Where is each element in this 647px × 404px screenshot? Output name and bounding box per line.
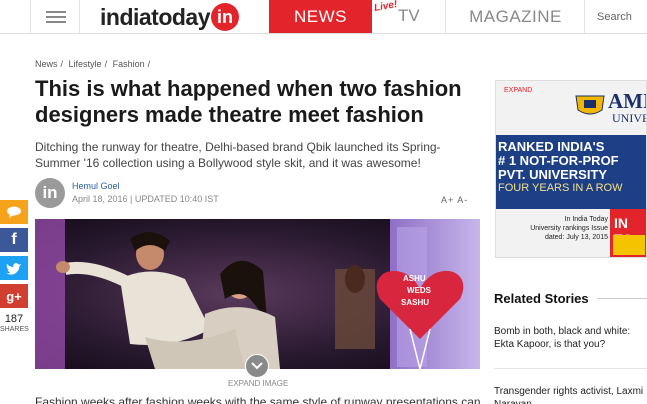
live-badge: Live! <box>373 0 399 14</box>
related-story-link[interactable]: Bomb in both, black and white: Ekta Kapo… <box>494 325 644 351</box>
twitter-share-button[interactable] <box>0 256 28 280</box>
breadcrumb-lifestyle[interactable]: Lifestyle <box>69 59 102 69</box>
ad-footer-line: University rankings Issue <box>530 225 608 232</box>
article-dateline: April 18, 2016 | UPDATED 10:40 IST <box>72 194 219 204</box>
hero-photo: ASHU WEDS SASHU <box>35 219 480 369</box>
related-divider <box>494 368 647 369</box>
share-count: 187 <box>4 313 24 325</box>
nav-tv[interactable]: Live! TV <box>372 0 446 33</box>
twitter-icon <box>6 262 21 275</box>
ad-footer: In India Today University rankings Issue… <box>516 215 608 242</box>
expand-image-button[interactable] <box>245 354 269 378</box>
breadcrumb: News / Lifestyle / Fashion / <box>35 59 153 69</box>
nav-magazine[interactable]: MAGAZINE <box>447 0 585 33</box>
breadcrumb-separator: / <box>60 59 64 69</box>
comment-icon <box>7 206 21 218</box>
logo-badge: in <box>211 3 240 31</box>
chevron-down-icon <box>251 362 263 370</box>
facebook-share-button[interactable]: f <box>0 228 28 252</box>
article-summary: Ditching the runway for theatre, Delhi-b… <box>35 140 441 170</box>
nav-news[interactable]: NEWS <box>269 0 372 33</box>
ad-footer-line: dated: July 13, 2015 <box>544 234 608 241</box>
comment-button[interactable] <box>0 200 28 224</box>
breadcrumb-separator: / <box>104 59 108 69</box>
share-label: SHARES <box>0 326 29 333</box>
related-stories-heading: Related Stories <box>494 291 589 306</box>
author-name[interactable]: Hemul Goel <box>72 181 120 191</box>
ad-footer-line: In India Today <box>564 216 608 223</box>
search-button[interactable]: Search <box>586 0 647 33</box>
expand-image-label: EXPAND IMAGE <box>228 379 289 388</box>
ad-line-3: PVT. UNIVERSITY <box>498 167 608 182</box>
ad-line-4: FOUR YEARS IN A ROW <box>498 182 623 194</box>
menu-icon[interactable] <box>30 0 80 33</box>
article-hero-image[interactable]: ASHU WEDS SASHU <box>35 219 480 369</box>
author-avatar[interactable]: in <box>35 178 65 208</box>
site-logo[interactable]: indiatoday in <box>100 3 240 31</box>
top-nav-bar: indiatoday in NEWS Live! TV MAGAZINE Sea… <box>0 0 647 34</box>
breadcrumb-separator: / <box>147 59 151 69</box>
font-size-controls[interactable]: A+ A- <box>441 195 468 205</box>
ad-line-2: # 1 NOT-FOR-PROF <box>498 153 619 168</box>
sign-text-2: WEDS <box>407 286 432 295</box>
article-headline: This is what happened when two fashion d… <box>35 76 462 127</box>
logo-text: indiatoday <box>100 3 211 30</box>
sign-text-1: ASHU <box>403 274 426 283</box>
breadcrumb-fashion[interactable]: Fashion <box>113 59 145 69</box>
google-plus-share-button[interactable]: g+ <box>0 284 28 308</box>
breadcrumb-news[interactable]: News <box>35 59 58 69</box>
ad-headline-panel: RANKED INDIA'S # 1 NOT-FOR-PROF PVT. UNI… <box>496 135 646 209</box>
ad-brand-sub: UNIVE <box>612 111 647 125</box>
nav-tv-label: TV <box>398 6 420 25</box>
related-story-link[interactable]: Transgender rights activist, Laxmi Naray… <box>494 385 644 404</box>
article-body: Fashion weeks after fashion weeks with t… <box>35 395 480 404</box>
ad-expand-label[interactable]: EXPAND <box>504 87 532 94</box>
advertisement[interactable]: EXPAND AMI UNIVE RANKED INDIA'S # 1 NOT-… <box>495 80 647 258</box>
related-heading-rule <box>597 298 647 299</box>
magazine-cover-thumbnail: IN TO <box>610 209 646 257</box>
university-crest-icon <box>575 95 605 115</box>
ad-line-1: RANKED INDIA'S <box>498 139 605 154</box>
sign-text-3: SASHU <box>401 298 429 307</box>
